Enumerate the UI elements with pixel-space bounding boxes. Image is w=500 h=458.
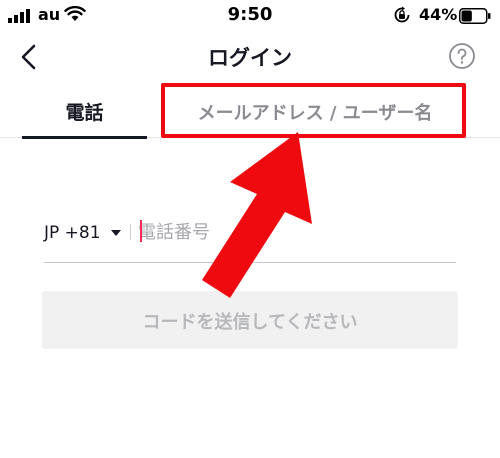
tab-phone[interactable]: 電話 [22, 82, 147, 139]
login-method-tabs: 電話 メールアドレス / ユーザー名 [0, 82, 500, 139]
question-mark-icon [449, 43, 475, 69]
send-code-button[interactable]: コードを送信してください [42, 291, 458, 349]
status-bar: au 9:50 44% [0, 0, 500, 32]
tab-phone-label: 電話 [65, 102, 104, 124]
battery-icon [459, 8, 491, 24]
dropdown-arrow-icon [110, 230, 121, 236]
text-caret [140, 220, 142, 242]
phone-number-input[interactable] [138, 216, 456, 248]
tab-email-username-label: メールアドレス / ユーザー名 [197, 103, 433, 124]
help-button[interactable] [448, 42, 476, 70]
battery-percent: 44% [419, 5, 458, 24]
send-code-label: コードを送信してください [142, 312, 358, 333]
input-divider [130, 224, 131, 240]
page-title: ログイン [208, 46, 292, 70]
rotation-lock-icon [394, 6, 410, 23]
country-code-selector[interactable]: JP +81 [44, 220, 121, 246]
annotation-arrow-icon [202, 132, 312, 298]
nav-bar: ログイン [0, 32, 500, 82]
country-code-label: JP +81 [44, 223, 101, 243]
tab-email-username[interactable]: メールアドレス / ユーザー名 [165, 82, 465, 138]
tab-selected-indicator [22, 136, 147, 139]
input-underline [44, 262, 456, 263]
